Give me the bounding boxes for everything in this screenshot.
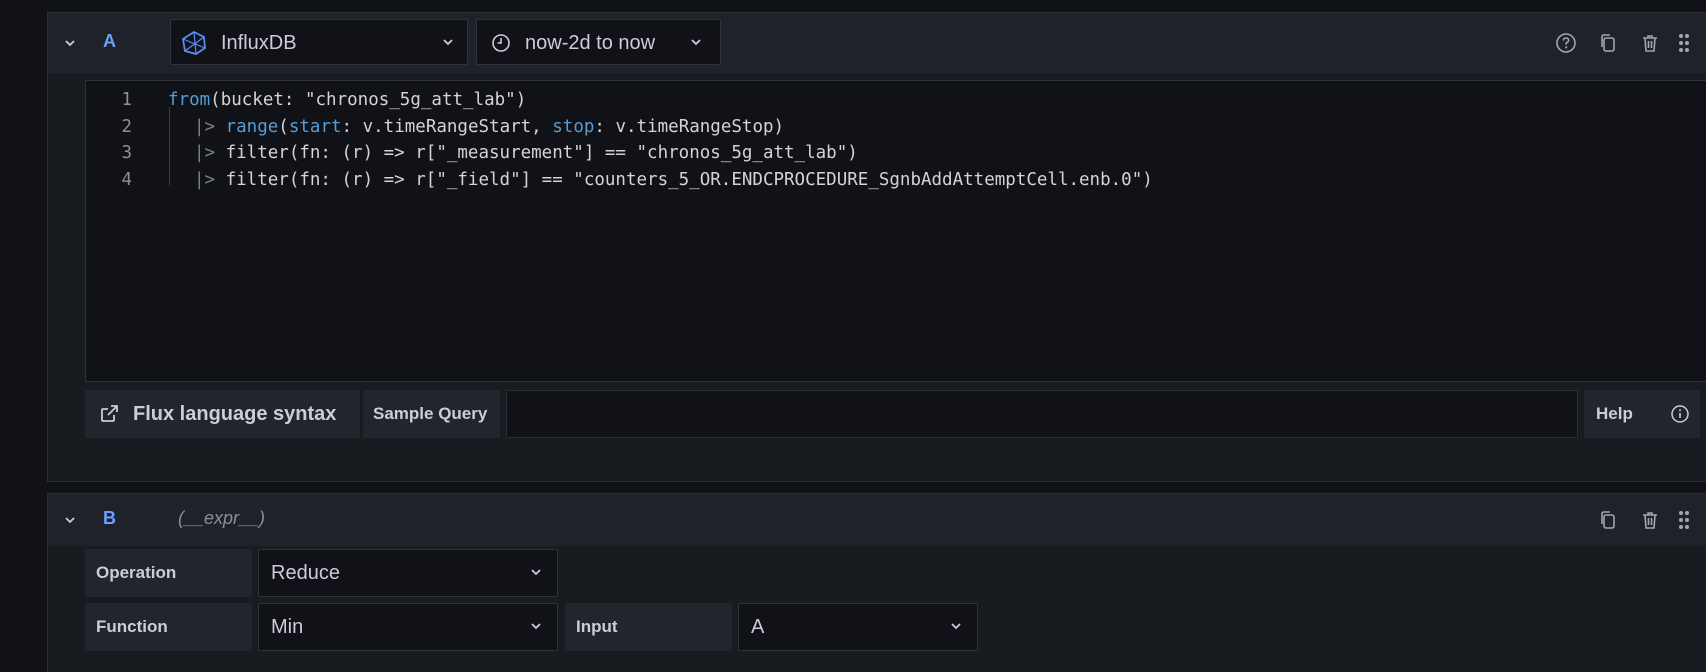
query-a-toolbar: Flux language syntax Sample Query Help: [85, 390, 1706, 438]
chevron-down-icon: [529, 619, 543, 638]
function-label: Function: [85, 603, 252, 651]
chevron-down-icon: [529, 565, 543, 584]
code-text: |> filter(fn: (r) => r["_field"] == "cou…: [194, 167, 1153, 193]
input-select[interactable]: A: [738, 603, 978, 651]
code-text: |> filter(fn: (r) => r["_measurement"] =…: [194, 140, 858, 166]
question-circle-icon[interactable]: [1554, 31, 1578, 55]
input-label: Input: [565, 603, 732, 651]
expression-type-hint: (__expr__): [178, 508, 266, 528]
datasource-picker[interactable]: InfluxDB: [170, 19, 468, 65]
line-number: 1: [121, 90, 132, 110]
code-text: |> range(start: v.timeRangeStart, stop: …: [194, 114, 784, 140]
operation-label-text: Operation: [96, 563, 177, 582]
query-a-header: A InfluxDB now-2d to now: [48, 13, 1706, 73]
code-keyword: stop: [552, 116, 595, 137]
code-line: 1 from(bucket: "chronos_5g_att_lab"): [86, 87, 1706, 113]
line-number: 3: [121, 143, 132, 163]
pipe-operator: |>: [194, 116, 226, 137]
code-token: : v.timeRangeStart,: [341, 116, 553, 137]
flux-syntax-link[interactable]: Flux language syntax: [85, 390, 360, 438]
query-editor-page: A InfluxDB now-2d to now 1 from(bucket: …: [0, 0, 1706, 672]
query-row-b: B (__expr__) Operation Reduce Function M…: [47, 493, 1706, 672]
trash-icon[interactable]: [1638, 508, 1662, 532]
line-number: 4: [121, 169, 132, 190]
code-token: (: [278, 116, 289, 137]
line-number: 2: [121, 116, 132, 137]
query-name[interactable]: B: [103, 508, 116, 529]
operation-select[interactable]: Reduce: [258, 549, 558, 597]
code-keyword: from: [168, 90, 211, 110]
chevron-down-icon: [689, 35, 703, 54]
operation-value: Reduce: [271, 562, 340, 584]
function-value: Min: [271, 616, 304, 638]
copy-icon[interactable]: [1596, 31, 1620, 55]
input-label-text: Input: [576, 617, 618, 636]
influxdb-logo-icon: [181, 30, 207, 61]
time-range-picker[interactable]: now-2d to now: [476, 19, 721, 65]
sample-query-label: Sample Query: [373, 404, 488, 423]
code-token: filter(fn: (r) => r["_measurement"] == "…: [225, 143, 858, 163]
code-text: from(bucket: "chronos_5g_att_lab"): [168, 87, 526, 113]
help-button[interactable]: Help: [1584, 390, 1700, 438]
query-row-a: A InfluxDB now-2d to now 1 from(bucket: …: [47, 12, 1706, 482]
drag-handle-icon[interactable]: [1672, 31, 1696, 55]
code-line: 4 |> filter(fn: (r) => r["_field"] == "co…: [86, 167, 1706, 193]
sample-query-button[interactable]: Sample Query: [363, 390, 500, 438]
info-circle-icon: [1670, 404, 1690, 429]
drag-handle-icon[interactable]: [1672, 508, 1696, 532]
chevron-down-icon[interactable]: [62, 35, 78, 51]
code-token: : v.timeRangeStop): [594, 116, 785, 137]
time-range-value: now-2d to now: [525, 32, 656, 54]
code-token: filter(fn: (r) => r["_field"] == "counte…: [225, 169, 1153, 190]
operation-label: Operation: [85, 549, 252, 597]
chevron-down-icon: [949, 619, 963, 638]
trash-icon[interactable]: [1638, 31, 1662, 55]
function-label-text: Function: [96, 617, 168, 636]
help-label: Help: [1596, 404, 1633, 423]
chevron-down-icon[interactable]: [62, 512, 78, 528]
query-b-header: B (__expr__): [48, 494, 1706, 546]
query-name[interactable]: A: [103, 31, 116, 52]
copy-icon[interactable]: [1596, 508, 1620, 532]
code-keyword: start: [288, 116, 342, 137]
flux-syntax-label: Flux language syntax: [133, 402, 337, 425]
code-line: 3 |> filter(fn: (r) => r["_measurement"] …: [86, 140, 1706, 166]
clock-icon: [491, 33, 511, 58]
code-keyword: range: [225, 116, 279, 137]
flux-code-editor[interactable]: 1 from(bucket: "chronos_5g_att_lab") 2 |> r…: [85, 80, 1706, 382]
chevron-down-icon: [441, 35, 455, 54]
pipe-operator: |>: [194, 169, 226, 190]
input-value: A: [751, 616, 765, 638]
code-line: 2 |> range(start: v.timeRangeStart, stop:…: [86, 114, 1706, 140]
code-token: (bucket: "chronos_5g_att_lab"): [210, 90, 527, 110]
datasource-name: InfluxDB: [221, 32, 297, 54]
function-select[interactable]: Min: [258, 603, 558, 651]
external-link-icon: [98, 403, 120, 430]
toolbar-spacer: [506, 390, 1578, 438]
pipe-operator: |>: [194, 143, 226, 163]
